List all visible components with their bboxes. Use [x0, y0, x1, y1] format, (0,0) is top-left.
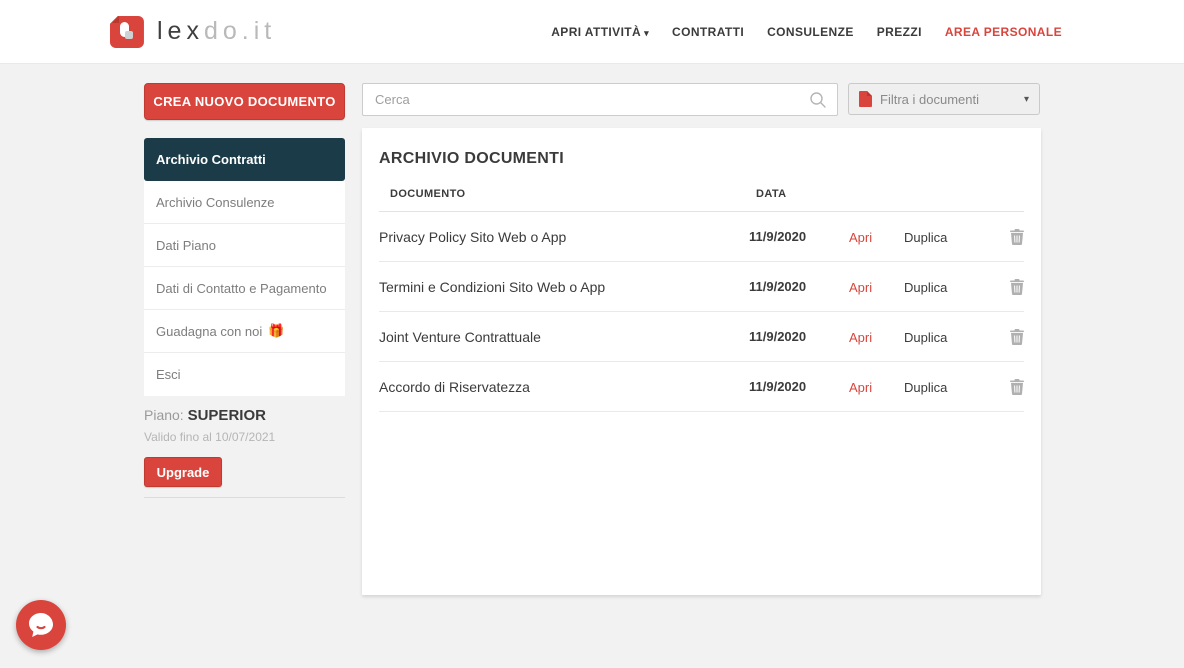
delete-button[interactable] — [994, 278, 1024, 295]
logo-text-light: do.it — [203, 17, 277, 45]
document-icon — [859, 91, 872, 107]
sidebar-item-archivio-contratti[interactable]: Archivio Contratti — [144, 138, 345, 181]
nav-area-personale[interactable]: AREA PERSONALE — [945, 25, 1062, 39]
nav-apri-attivita[interactable]: APRI ATTIVITÀ ▾ — [551, 25, 649, 39]
caret-down-icon: ▾ — [1023, 93, 1029, 105]
trash-icon — [1010, 378, 1024, 395]
caret-down-icon: ▾ — [644, 28, 650, 38]
delete-button[interactable] — [994, 378, 1024, 395]
column-header-documento: DOCUMENTO — [390, 188, 466, 200]
plan-line: Piano: SUPERIOR — [144, 407, 345, 424]
nav-contratti[interactable]: CONTRATTI — [672, 25, 744, 39]
chat-bubble-icon — [29, 613, 53, 637]
upgrade-button[interactable]: Upgrade — [144, 457, 222, 487]
panel-title: ARCHIVIO DOCUMENTI — [379, 150, 564, 167]
documents-panel: ARCHIVIO DOCUMENTI DOCUMENTO DATA Privac… — [362, 128, 1041, 595]
document-name: Termini e Condizioni Sito Web o App — [379, 278, 606, 295]
open-link[interactable]: Apri — [849, 330, 872, 345]
trash-icon — [1010, 278, 1024, 295]
document-name: Privacy Policy Sito Web o App — [379, 228, 567, 245]
column-header-data: DATA — [756, 188, 787, 200]
sidebar-item-dati-contatto[interactable]: Dati di Contatto e Pagamento — [144, 267, 345, 310]
duplicate-link[interactable]: Duplica — [904, 330, 947, 345]
table-row: Accordo di Riservatezza 11/9/2020 Apri D… — [379, 362, 1024, 412]
logo[interactable]: lexdo.it — [110, 14, 276, 49]
search-icon — [810, 92, 826, 108]
document-name: Joint Venture Contrattuale — [379, 328, 541, 345]
sidebar-divider — [144, 497, 345, 498]
search-box — [362, 83, 838, 116]
sidebar-item-esci[interactable]: Esci — [144, 353, 345, 396]
table-row: Termini e Condizioni Sito Web o App 11/9… — [379, 262, 1024, 312]
main-nav: APRI ATTIVITÀ ▾ CONTRATTI CONSULENZE PREZ… — [551, 0, 1062, 64]
search-input[interactable] — [363, 84, 837, 115]
open-link[interactable]: Apri — [849, 380, 872, 395]
open-link[interactable]: Apri — [849, 280, 872, 295]
table-row: Joint Venture Contrattuale 11/9/2020 Apr… — [379, 312, 1024, 362]
create-document-button[interactable]: CREA NUOVO DOCUMENTO — [144, 83, 345, 120]
filter-label: Filtra i documenti — [880, 91, 979, 107]
duplicate-link[interactable]: Duplica — [904, 380, 947, 395]
trash-icon — [1010, 328, 1024, 345]
duplicate-link[interactable]: Duplica — [904, 280, 947, 295]
sidebar-item-dati-piano[interactable]: Dati Piano — [144, 224, 345, 267]
delete-button[interactable] — [994, 328, 1024, 345]
trash-icon — [1010, 228, 1024, 245]
nav-consulenze[interactable]: CONSULENZE — [767, 25, 854, 39]
plan-validity: Valido fino al 10/07/2021 — [144, 430, 276, 444]
sidebar-item-archivio-consulenze[interactable]: Archivio Consulenze — [144, 181, 345, 224]
document-date: 11/9/2020 — [749, 329, 807, 344]
nav-prezzi[interactable]: PREZZI — [877, 25, 922, 39]
table-row: Privacy Policy Sito Web o App 11/9/2020 … — [379, 212, 1024, 262]
document-date: 11/9/2020 — [749, 229, 807, 244]
logo-text: lexdo.it — [157, 17, 276, 46]
top-header: lexdo.it APRI ATTIVITÀ ▾ CONTRATTI CONSUL… — [0, 0, 1184, 64]
document-name: Accordo di Riservatezza — [379, 378, 530, 395]
lexdo-logo-icon — [110, 15, 144, 48]
chat-widget-button[interactable] — [16, 600, 66, 650]
table-header: DOCUMENTO DATA — [362, 185, 1041, 203]
duplicate-link[interactable]: Duplica — [904, 230, 947, 245]
filter-dropdown[interactable]: Filtra i documenti ▾ — [848, 83, 1040, 115]
document-date: 11/9/2020 — [749, 279, 807, 294]
sidebar-item-guadagna[interactable]: Guadagna con noi 🎁 — [144, 310, 345, 353]
document-date: 11/9/2020 — [749, 379, 807, 394]
delete-button[interactable] — [994, 228, 1024, 245]
open-link[interactable]: Apri — [849, 230, 872, 245]
plan-name: SUPERIOR — [187, 407, 266, 424]
sidebar-menu: Archivio Contratti Archivio Consulenze D… — [144, 138, 345, 396]
plan-label: Piano: — [144, 407, 188, 423]
logo-text-dark: lex — [157, 17, 204, 45]
plan-info: Piano: SUPERIOR Valido fino al 10/07/202… — [144, 407, 345, 487]
gift-icon: 🎁 — [268, 323, 285, 338]
